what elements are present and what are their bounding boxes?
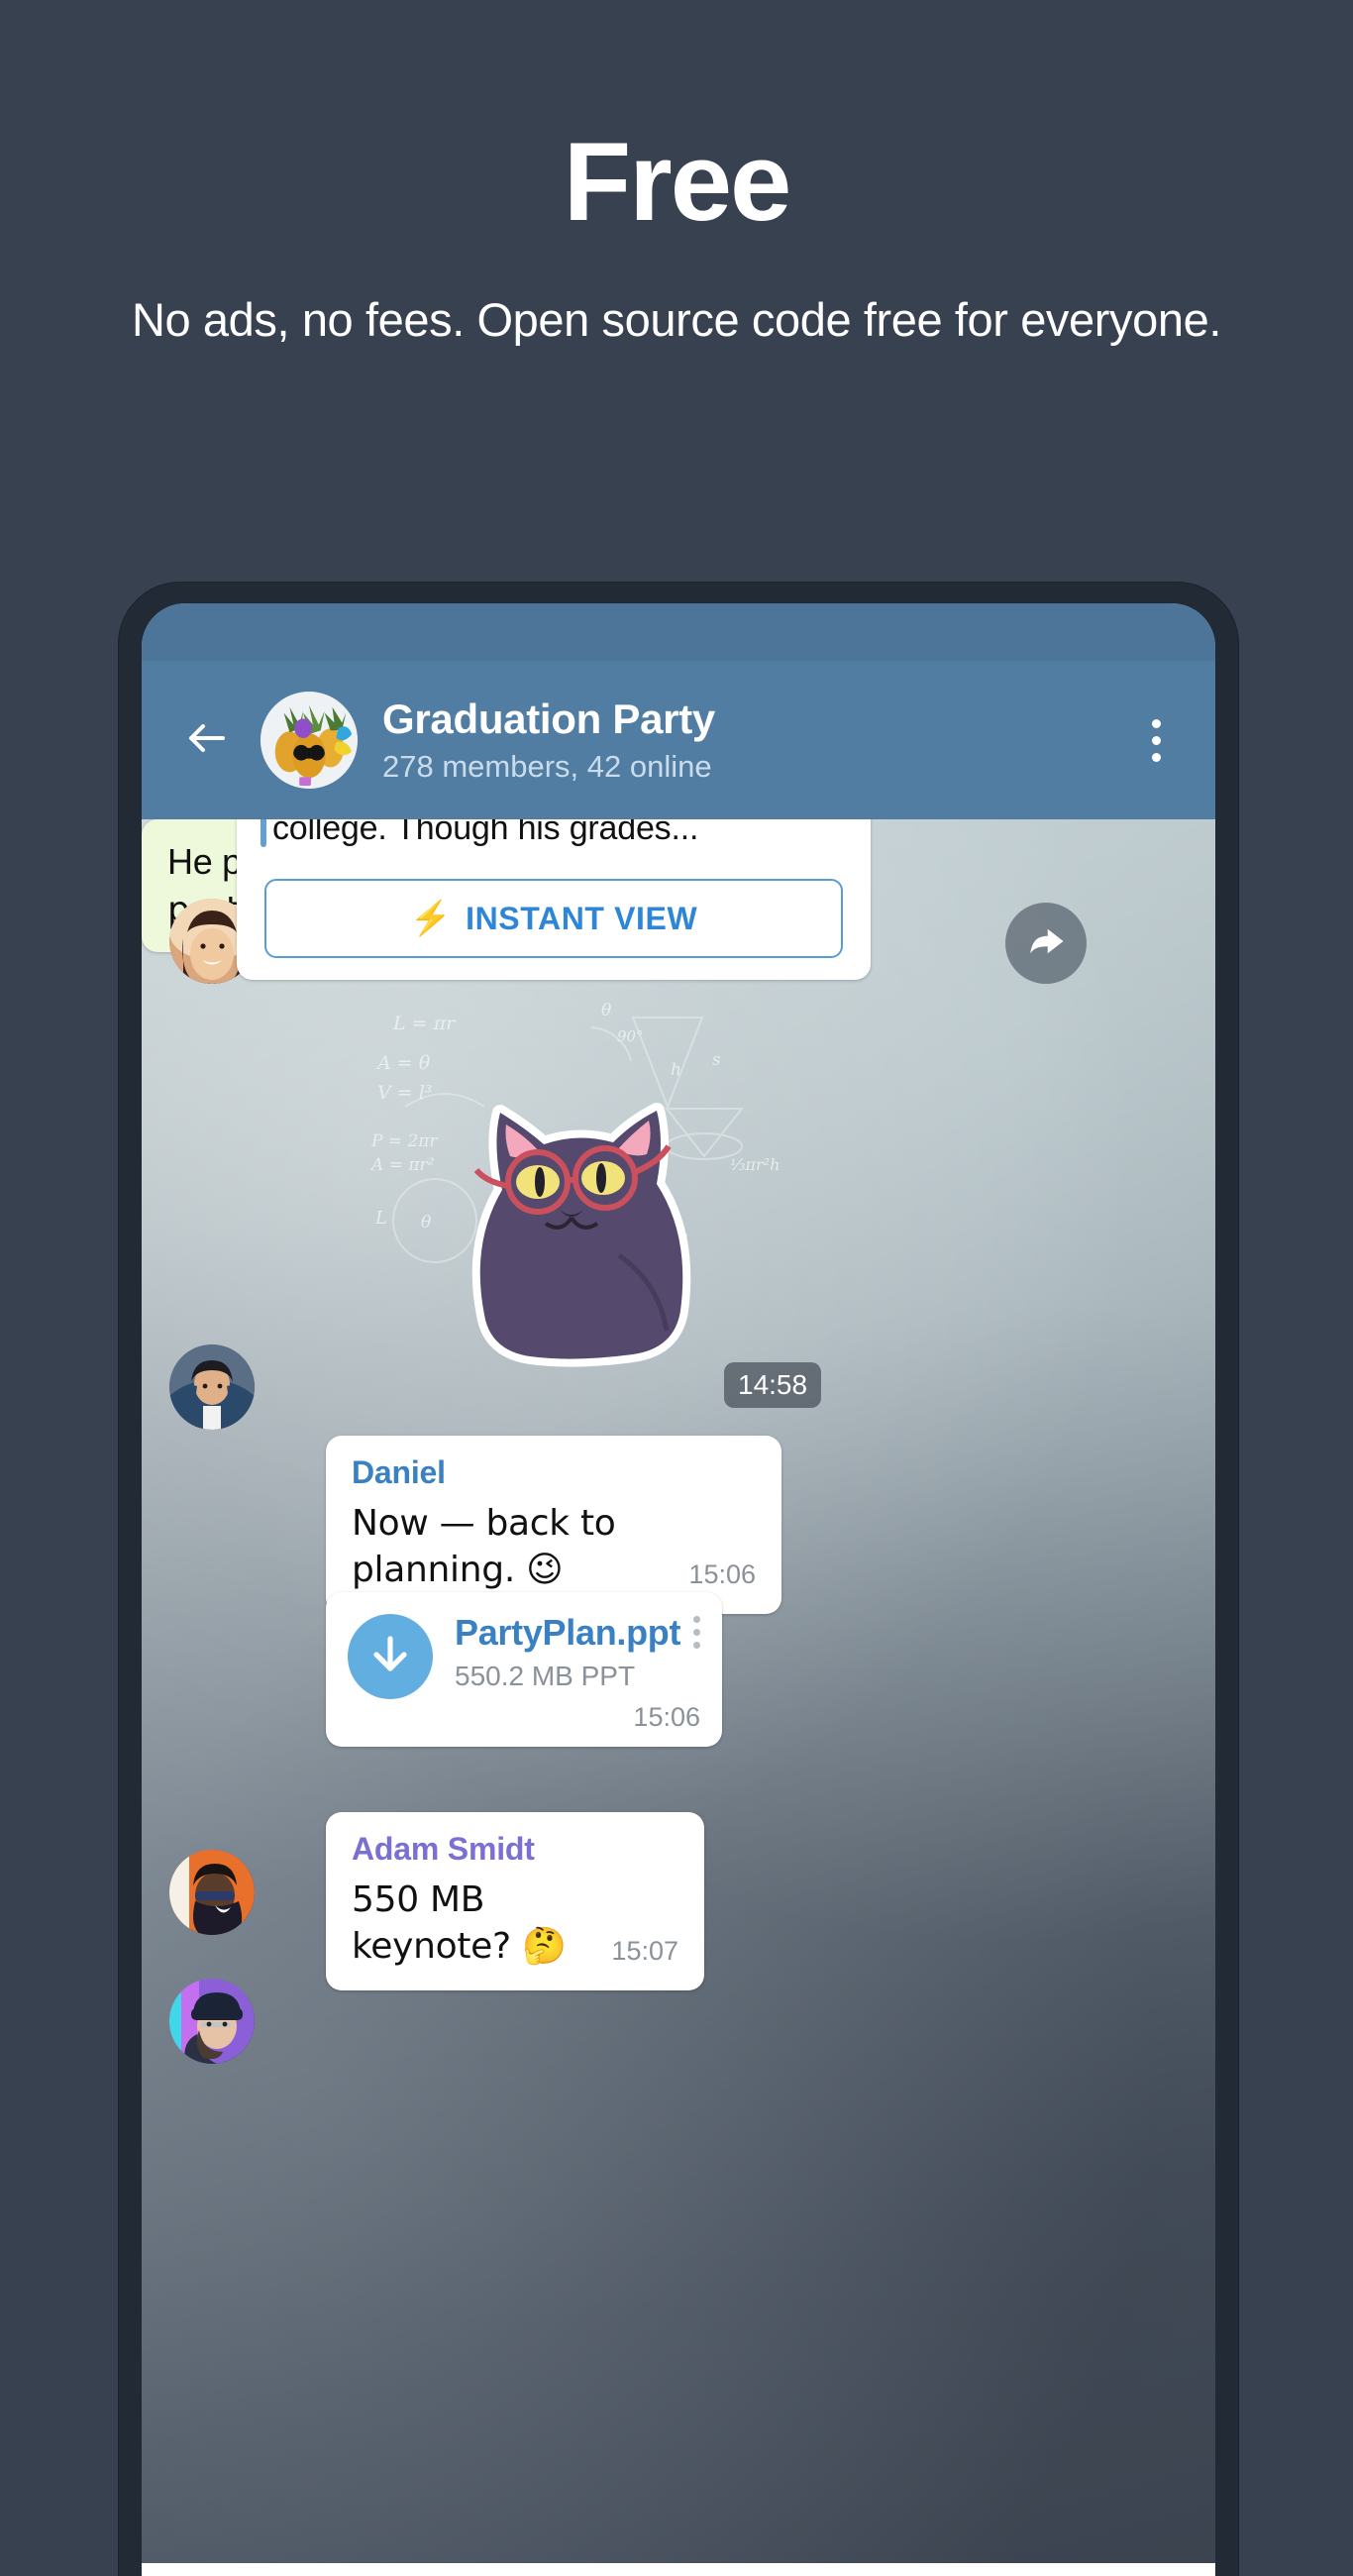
instant-view-label: INSTANT VIEW <box>466 900 698 936</box>
file-name[interactable]: PartyPlan.ppt <box>455 1612 700 1653</box>
message-text: 550 MB keynote? 🤔 <box>352 1879 567 1968</box>
chat-title-block[interactable]: Graduation Party 278 members, 42 online <box>382 697 1126 783</box>
lightning-bolt-icon: ⚡ <box>409 900 453 938</box>
hero-title: Free <box>563 120 792 244</box>
link-preview-quote: Einstein struggled to find a job out of … <box>237 819 871 855</box>
message-timestamp: 15:06 <box>633 1702 700 1733</box>
overflow-menu-icon <box>693 1616 700 1623</box>
message-timestamp: 15:07 <box>611 1935 678 1966</box>
svg-text:L = πr: L = πr <box>392 1013 457 1034</box>
message-timestamp: 15:06 <box>688 1558 756 1589</box>
svg-text:L: L <box>374 1208 387 1229</box>
message-input-bar[interactable]: Message <box>142 2563 1215 2576</box>
chat-subtitle: 278 members, 42 online <box>382 748 712 784</box>
chat-message-list[interactable]: Einstein struggled to find a job out of … <box>142 819 1215 2563</box>
page-title: Graduation Party <box>382 696 715 743</box>
message-sender-name: Daniel <box>352 1454 446 1490</box>
svg-text:90°: 90° <box>617 1027 644 1045</box>
svg-text:θ: θ <box>601 1001 611 1020</box>
download-arrow-icon <box>366 1631 414 1683</box>
hero-subtitle: No ads, no fees. Open source code free f… <box>131 293 1222 346</box>
forward-button[interactable] <box>1005 903 1087 984</box>
back-button[interactable] <box>171 704 243 776</box>
message-sender-name: Adam Smidt <box>352 1831 535 1867</box>
message-bubble-incoming[interactable]: Daniel Now — back to planning. 😉 15:06 <box>326 1436 781 1614</box>
instant-view-button[interactable]: ⚡ INSTANT VIEW <box>264 879 843 959</box>
svg-text:⅓πr²h: ⅓πr²h <box>730 1155 780 1174</box>
svg-text:A = θ: A = θ <box>375 1052 431 1074</box>
message-bubble-incoming[interactable]: Adam Smidt 550 MB keynote? 🤔 15:07 <box>326 1812 704 1990</box>
forward-arrow-icon <box>1025 920 1067 967</box>
math-cat-sticker[interactable]: L = πr A = θ V = l³ P = 2πr A = πr² θ 90… <box>336 958 791 1384</box>
svg-text:h: h <box>671 1060 681 1080</box>
group-avatar[interactable] <box>260 692 358 789</box>
file-menu-button[interactable] <box>693 1616 700 1649</box>
file-size: 550.2 MB PPT <box>455 1661 636 1692</box>
svg-text:θ: θ <box>421 1213 431 1233</box>
chat-header: Graduation Party 278 members, 42 online <box>142 661 1215 819</box>
link-preview-bubble[interactable]: Einstein struggled to find a job out of … <box>237 819 871 981</box>
avatar[interactable] <box>169 1850 255 1935</box>
link-preview-text: Einstein struggled to find a job out of … <box>272 819 699 848</box>
svg-text:V = l³: V = l³ <box>377 1082 432 1104</box>
status-bar <box>142 603 1215 661</box>
message-text: Now — back to planning. 😉 <box>352 1503 616 1591</box>
phone-mockup: Graduation Party 278 members, 42 online <box>119 583 1238 2576</box>
arrow-left-icon <box>183 714 231 767</box>
overflow-menu-button[interactable] <box>1126 704 1186 776</box>
svg-text:A = πr²: A = πr² <box>369 1155 435 1175</box>
svg-text:s: s <box>712 1050 721 1070</box>
svg-text:P = 2πr: P = 2πr <box>370 1131 438 1151</box>
overflow-menu-icon <box>1151 718 1161 728</box>
avatar[interactable] <box>169 1979 255 2064</box>
file-message-bubble[interactable]: PartyPlan.ppt 550.2 MB PPT 15:06 <box>326 1592 722 1748</box>
hero-section: Free No ads, no fees. Open source code f… <box>0 0 1353 352</box>
message-timestamp: 14:58 <box>724 1362 822 1408</box>
avatar[interactable] <box>169 1344 255 1430</box>
promo-page: Free No ads, no fees. Open source code f… <box>0 0 1353 2576</box>
phone-screen: Graduation Party 278 members, 42 online <box>142 603 1215 2576</box>
download-button[interactable] <box>348 1614 433 1699</box>
